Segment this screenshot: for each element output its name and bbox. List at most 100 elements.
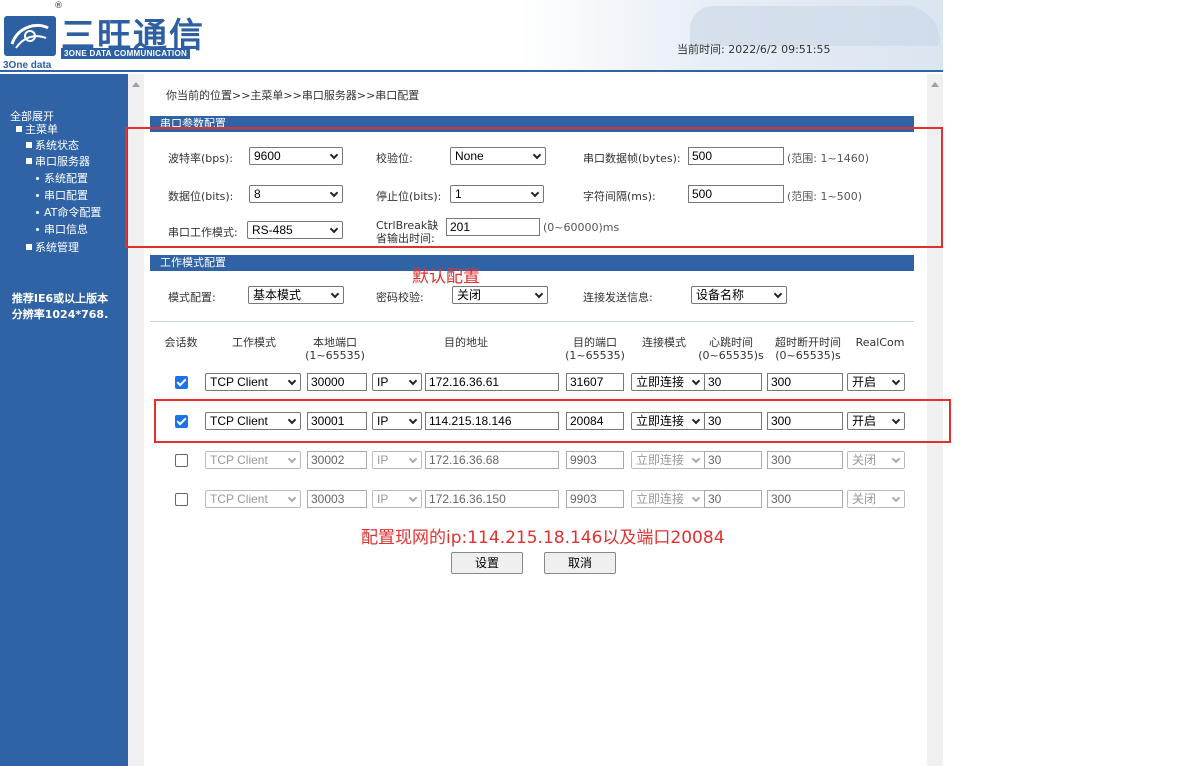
sidebar-item-serial-config[interactable]: 串口配置 <box>36 190 88 202</box>
work-mode-dropdown[interactable]: TCP Client <box>205 451 301 469</box>
collapse-icon <box>26 158 32 164</box>
sidebar-item-serial-info[interactable]: 串口信息 <box>36 224 88 236</box>
chevron-down-icon <box>891 376 901 386</box>
collapse-icon <box>16 126 22 132</box>
app-frame: ® 三旺通信 3ONE DATA COMMUNICATION 3One data… <box>0 0 951 766</box>
send-info-label: 连接发送信息: <box>583 291 653 304</box>
col-dest-addr: 目的地址 <box>444 336 488 349</box>
conn-mode-dropdown[interactable]: 立即连接 <box>631 451 705 469</box>
local-port-input[interactable]: 30002 <box>307 451 367 469</box>
browser-recommendation: 推荐IE6或以上版本 <box>11 292 109 305</box>
col-timeout: 超时断开时间 (0~65535)s <box>775 336 841 362</box>
logo-english-text: 3ONE DATA COMMUNICATION <box>61 48 191 59</box>
default-config-annotation: 默认配置 <box>412 267 480 287</box>
heartbeat-input[interactable]: 30 <box>704 490 762 508</box>
dest-port-input[interactable]: 9903 <box>566 451 624 469</box>
chevron-down-icon <box>891 493 901 503</box>
col-sessions: 会话数 <box>164 336 198 349</box>
conn-mode-dropdown[interactable]: 立即连接 <box>631 490 705 508</box>
addr-type-dropdown[interactable]: IP <box>372 373 422 391</box>
session-checkbox[interactable] <box>175 454 188 467</box>
chevron-down-icon <box>287 454 297 464</box>
realcom-dropdown[interactable]: 关闭 <box>847 451 905 469</box>
bullet-icon <box>36 227 39 231</box>
config-note-annotation: 配置现网的ip:114.215.18.146以及端口20084 <box>361 528 725 548</box>
chevron-down-icon <box>287 376 297 386</box>
logo-subtext: 3One data <box>3 60 52 71</box>
local-port-input[interactable]: 30000 <box>307 373 367 391</box>
dest-addr-input[interactable]: 172.16.36.150 <box>425 490 559 508</box>
header-car-graphic <box>690 6 940 46</box>
heartbeat-input[interactable]: 30 <box>704 451 762 469</box>
col-work-mode: 工作模式 <box>232 336 276 349</box>
scroll-up-icon[interactable] <box>931 82 939 87</box>
work-section-header: 工作模式配置 <box>150 255 914 271</box>
col-dest-port: 目的端口 (1~65535) <box>565 336 625 362</box>
expand-icon <box>26 142 32 148</box>
sidebar-item-at-command[interactable]: AT命令配置 <box>36 207 101 219</box>
chevron-down-icon <box>773 289 783 299</box>
dest-port-input[interactable]: 9903 <box>566 490 624 508</box>
current-time-value: 2022/6/2 09:51:55 <box>728 43 831 56</box>
bullet-icon <box>36 193 39 197</box>
col-local-port: 本地端口 (1~65535) <box>305 336 365 362</box>
session-checkbox[interactable] <box>175 376 188 389</box>
local-port-input[interactable]: 30003 <box>307 490 367 508</box>
chevron-down-icon <box>691 454 701 464</box>
col-heartbeat: 心跳时间 (0~65535)s <box>698 336 764 362</box>
sidebar-item-system-config[interactable]: 系统配置 <box>36 173 88 185</box>
resolution-recommendation: 分辨率1024*768. <box>11 308 109 321</box>
scroll-up-icon[interactable] <box>132 82 140 87</box>
bullet-icon <box>36 210 39 214</box>
row-highlight <box>154 399 951 443</box>
conn-mode-dropdown[interactable]: 立即连接 <box>631 373 705 391</box>
work-mode-select[interactable]: 基本模式 <box>248 286 344 304</box>
set-button[interactable]: 设置 <box>451 552 523 574</box>
cancel-button[interactable]: 取消 <box>544 552 616 574</box>
chevron-down-icon <box>408 376 418 386</box>
realcom-dropdown[interactable]: 关闭 <box>847 490 905 508</box>
col-realcom: RealCom <box>855 336 905 349</box>
bullet-icon <box>36 176 39 180</box>
realcom-dropdown[interactable]: 开启 <box>847 373 905 391</box>
dest-port-input[interactable]: 31607 <box>566 373 624 391</box>
dest-addr-input[interactable]: 172.16.36.68 <box>425 451 559 469</box>
work-mode-label: 模式配置: <box>168 291 216 304</box>
password-select[interactable]: 关闭 <box>452 286 548 304</box>
chevron-down-icon <box>330 289 340 299</box>
header: ® 三旺通信 3ONE DATA COMMUNICATION 3One data… <box>0 0 943 72</box>
chevron-down-icon <box>408 454 418 464</box>
current-time-label: 当前时间: <box>677 43 729 56</box>
sidebar-item-main-menu[interactable]: 主菜单 <box>16 124 58 136</box>
section-divider <box>150 321 914 322</box>
sidebar-expand-all[interactable]: 全部展开 <box>10 108 54 124</box>
col-conn-mode: 连接模式 <box>642 336 686 349</box>
chevron-down-icon <box>534 289 544 299</box>
sidebar-item-system-status[interactable]: 系统状态 <box>26 140 79 152</box>
breadcrumb: 你当前的位置>>主菜单>>串口服务器>>串口配置 <box>166 89 420 102</box>
addr-type-dropdown[interactable]: IP <box>372 451 422 469</box>
timeout-input[interactable]: 300 <box>767 451 843 469</box>
chevron-down-icon <box>691 376 701 386</box>
chevron-down-icon <box>287 493 297 503</box>
chevron-down-icon <box>891 454 901 464</box>
send-info-select[interactable]: 设备名称 <box>691 286 787 304</box>
sidebar: 全部展开 主菜单 系统状态 串口服务器 系统配置 串口配置 AT命令配置 串口信… <box>0 74 128 766</box>
timeout-input[interactable]: 300 <box>767 490 843 508</box>
current-time: 当前时间: 2022/6/2 09:51:55 <box>677 41 831 57</box>
sidebar-item-system-management[interactable]: 系统管理 <box>26 242 79 254</box>
work-mode-dropdown[interactable]: TCP Client <box>205 490 301 508</box>
chevron-down-icon <box>691 493 701 503</box>
heartbeat-input[interactable]: 30 <box>704 373 762 391</box>
timeout-input[interactable]: 300 <box>767 373 843 391</box>
dest-addr-input[interactable]: 172.16.36.61 <box>425 373 559 391</box>
password-label: 密码校验: <box>376 291 424 304</box>
chevron-down-icon <box>408 493 418 503</box>
logo-icon <box>4 16 56 56</box>
addr-type-dropdown[interactable]: IP <box>372 490 422 508</box>
expand-icon <box>26 244 32 250</box>
session-checkbox[interactable] <box>175 493 188 506</box>
work-mode-dropdown[interactable]: TCP Client <box>205 373 301 391</box>
sidebar-item-serial-server[interactable]: 串口服务器 <box>26 156 90 168</box>
default-config-highlight <box>125 127 943 248</box>
